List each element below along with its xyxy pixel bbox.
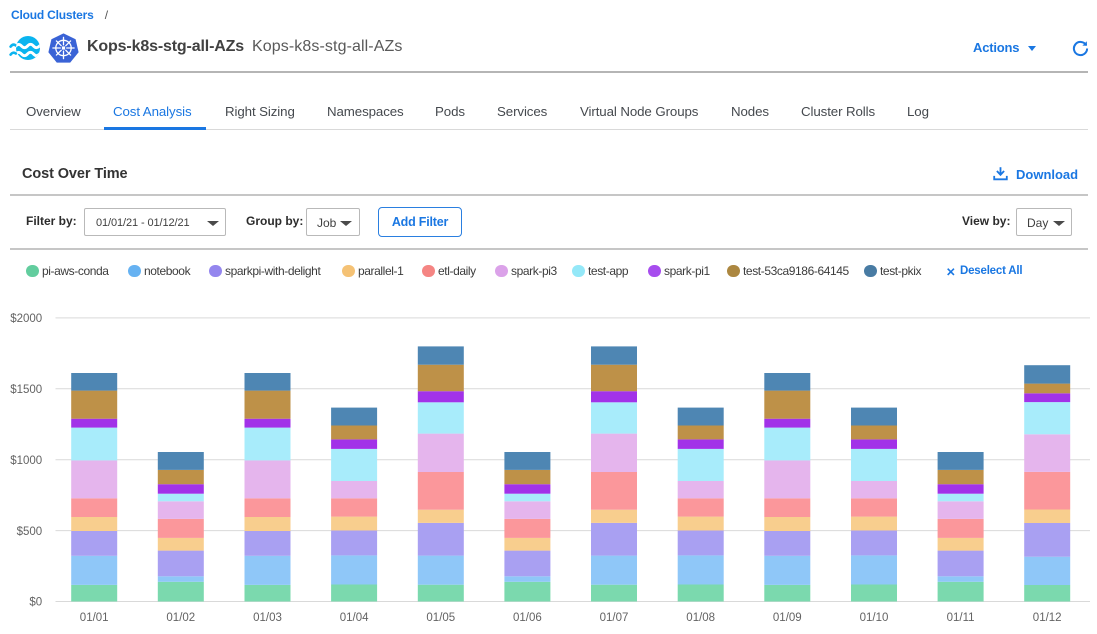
- svg-text:$500: $500: [17, 526, 43, 538]
- svg-text:01/08: 01/08: [686, 612, 715, 624]
- svg-text:01/03: 01/03: [253, 612, 282, 624]
- svg-text:$1500: $1500: [10, 384, 42, 396]
- svg-text:01/06: 01/06: [513, 612, 542, 624]
- svg-text:$0: $0: [29, 597, 42, 609]
- svg-text:01/07: 01/07: [600, 612, 629, 624]
- svg-text:01/12: 01/12: [1033, 612, 1062, 624]
- svg-text:01/05: 01/05: [426, 612, 455, 624]
- svg-text:$1000: $1000: [10, 455, 42, 467]
- svg-text:01/09: 01/09: [773, 612, 802, 624]
- svg-text:01/01: 01/01: [80, 612, 109, 624]
- svg-text:01/10: 01/10: [860, 612, 889, 624]
- svg-text:01/11: 01/11: [947, 612, 975, 624]
- svg-text:$2000: $2000: [10, 313, 42, 325]
- svg-text:01/02: 01/02: [166, 612, 195, 624]
- svg-text:01/04: 01/04: [340, 612, 369, 624]
